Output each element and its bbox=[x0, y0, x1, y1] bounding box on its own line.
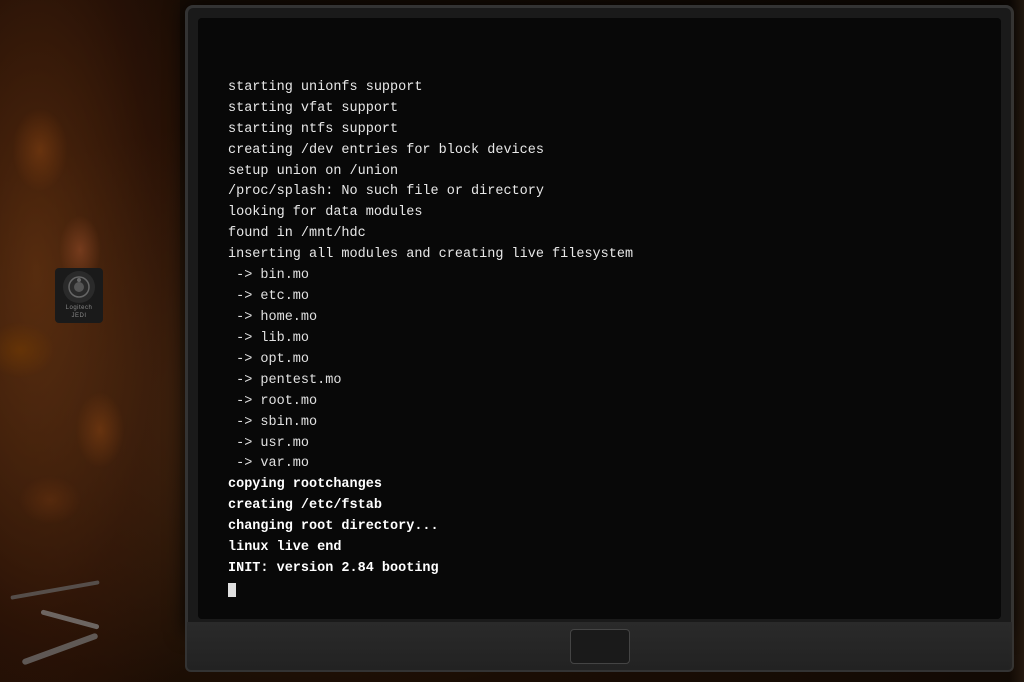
terminal-line: -> etc.mo bbox=[228, 287, 981, 308]
terminal-line: starting vfat support bbox=[228, 99, 981, 120]
right-edge bbox=[1009, 0, 1024, 682]
screen-bezel: starting unionfs supportstarting vfat su… bbox=[185, 5, 1014, 632]
cables-area bbox=[0, 482, 170, 682]
terminal-window: starting unionfs supportstarting vfat su… bbox=[198, 18, 1001, 619]
terminal-line: found in /mnt/hdc bbox=[228, 224, 981, 245]
terminal-line: linux live end bbox=[228, 538, 981, 559]
terminal-line: starting ntfs support bbox=[228, 120, 981, 141]
terminal-line: /proc/splash: No such file or directory bbox=[228, 182, 981, 203]
terminal-line: -> sbin.mo bbox=[228, 413, 981, 434]
laptop-frame: starting unionfs supportstarting vfat su… bbox=[155, 0, 1024, 682]
touchpad[interactable] bbox=[570, 629, 630, 664]
terminal-line: INIT: version 2.84 booting bbox=[228, 559, 981, 580]
terminal-line: inserting all modules and creating live … bbox=[228, 245, 981, 266]
terminal-line: -> root.mo bbox=[228, 392, 981, 413]
terminal-line: -> home.mo bbox=[228, 308, 981, 329]
logitech-text: Logitech JEDI bbox=[66, 305, 93, 319]
terminal-line: changing root directory... bbox=[228, 517, 981, 538]
logitech-logo bbox=[63, 271, 95, 303]
terminal-line: -> usr.mo bbox=[228, 434, 981, 455]
terminal-line: creating /dev entries for block devices bbox=[228, 141, 981, 162]
terminal-line: -> var.mo bbox=[228, 454, 981, 475]
screen: starting unionfs supportstarting vfat su… bbox=[198, 18, 1001, 619]
laptop-bottom bbox=[185, 622, 1014, 672]
cable-1 bbox=[21, 633, 98, 666]
cable-2 bbox=[40, 609, 99, 629]
terminal-line: -> pentest.mo bbox=[228, 371, 981, 392]
terminal-line bbox=[228, 580, 981, 601]
terminal-line: copying rootchanges bbox=[228, 475, 981, 496]
logitech-badge: Logitech JEDI bbox=[55, 268, 103, 323]
terminal-line: starting unionfs support bbox=[228, 78, 981, 99]
terminal-line: creating /etc/fstab bbox=[228, 496, 981, 517]
cable-3 bbox=[10, 580, 99, 600]
terminal-line: setup union on /union bbox=[228, 162, 981, 183]
terminal-line: -> bin.mo bbox=[228, 266, 981, 287]
terminal-output: starting unionfs supportstarting vfat su… bbox=[228, 36, 981, 601]
terminal-line: looking for data modules bbox=[228, 203, 981, 224]
terminal-line: -> lib.mo bbox=[228, 329, 981, 350]
terminal-line: -> opt.mo bbox=[228, 350, 981, 371]
logitech-icon bbox=[67, 275, 91, 299]
